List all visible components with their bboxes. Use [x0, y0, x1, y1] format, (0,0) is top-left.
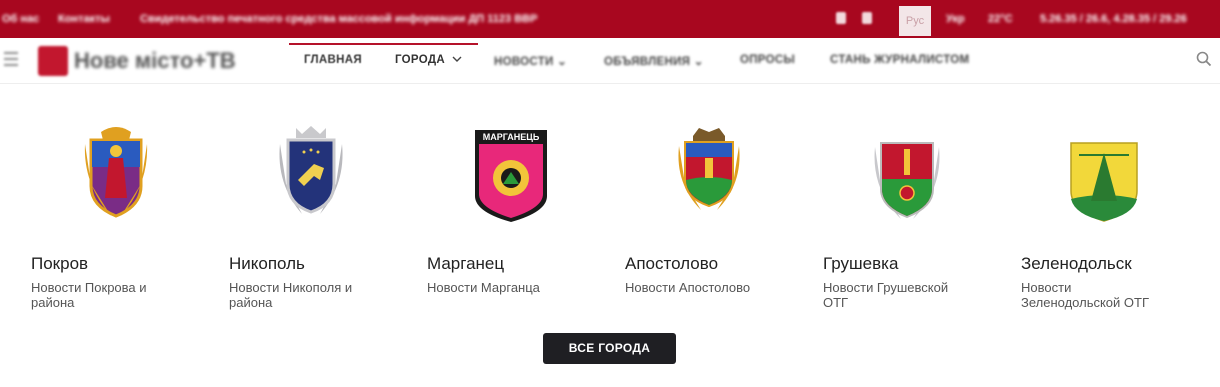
- city-name[interactable]: Марганец: [427, 254, 504, 274]
- menu-icon[interactable]: [4, 52, 18, 66]
- zelenodolsk-crest-icon: [1070, 142, 1138, 222]
- city-description: Новости Покрова и района: [31, 280, 147, 310]
- city-name[interactable]: Грушевка: [823, 254, 898, 274]
- lang-uk[interactable]: Укр: [946, 13, 965, 25]
- main-navbar: Нове місто+ТВ ГЛАВНАЯ ГОРОДА НОВОСТИ ⌄ О…: [0, 38, 1220, 84]
- city-name[interactable]: Никополь: [229, 254, 305, 274]
- nav-become-journalist[interactable]: СТАНЬ ЖУРНАЛИСТОМ: [830, 54, 969, 66]
- all-cities-button[interactable]: ВСЕ ГОРОДА: [543, 333, 676, 364]
- nav-active-indicator: [289, 43, 478, 45]
- logo-text[interactable]: Нове місто+ТВ: [74, 48, 236, 74]
- nav-ads[interactable]: ОБЪЯВЛЕНИЯ ⌄: [604, 54, 704, 68]
- city-description: Новости Зеленодольской ОТГ: [1021, 280, 1150, 310]
- top-bar: Об нас Контакты Свидетельство печатного …: [0, 0, 1220, 38]
- facebook-icon[interactable]: [836, 12, 846, 24]
- lang-ru[interactable]: Рус: [899, 6, 931, 36]
- user-icon[interactable]: [862, 12, 872, 24]
- weather: 22°C: [988, 13, 1013, 25]
- city-name[interactable]: Апостолово: [625, 254, 718, 274]
- marganets-crest-icon: МАРГАНЕЦЬ: [475, 130, 547, 222]
- chevron-down-icon: [452, 56, 462, 63]
- topbar-link-about[interactable]: Об нас: [2, 13, 39, 25]
- search-icon[interactable]: [1196, 51, 1212, 67]
- nav-news[interactable]: НОВОСТИ ⌄: [494, 54, 567, 68]
- nav-cities[interactable]: ГОРОДА: [395, 54, 462, 66]
- logo-icon[interactable]: [38, 46, 68, 76]
- nav-cities-label: ГОРОДА: [395, 54, 445, 66]
- city-description: Новости Марганца: [427, 280, 540, 295]
- currency-rates: 5.26.35 / 26.6, 4.28.35 / 29.26: [1040, 13, 1187, 25]
- nav-polls[interactable]: ОПРОСЫ: [740, 54, 795, 66]
- topbar-link-contacts[interactable]: Контакты: [58, 13, 110, 25]
- city-description: Новости Никополя и района: [229, 280, 353, 310]
- apostolovo-crest-icon: [678, 128, 740, 210]
- marganets-crest-text: МАРГАНЕЦЬ: [483, 132, 540, 142]
- city-description: Новости Апостолово: [625, 280, 751, 295]
- city-name[interactable]: Зеленодольск: [1021, 254, 1132, 274]
- city-name[interactable]: Покров: [31, 254, 88, 274]
- pokrov-crest-icon: [84, 127, 148, 218]
- nikopol-crest-icon: [279, 126, 343, 214]
- city-description: Новости Грушевской ОТГ: [823, 280, 949, 310]
- grushevka-crest-icon: [874, 142, 940, 219]
- registration-text: Свидетельство печатного средства массово…: [140, 13, 538, 25]
- nav-news-label: НОВОСТИ: [494, 56, 554, 68]
- nav-home[interactable]: ГЛАВНАЯ: [304, 54, 362, 66]
- nav-ads-label: ОБЪЯВЛЕНИЯ: [604, 56, 691, 68]
